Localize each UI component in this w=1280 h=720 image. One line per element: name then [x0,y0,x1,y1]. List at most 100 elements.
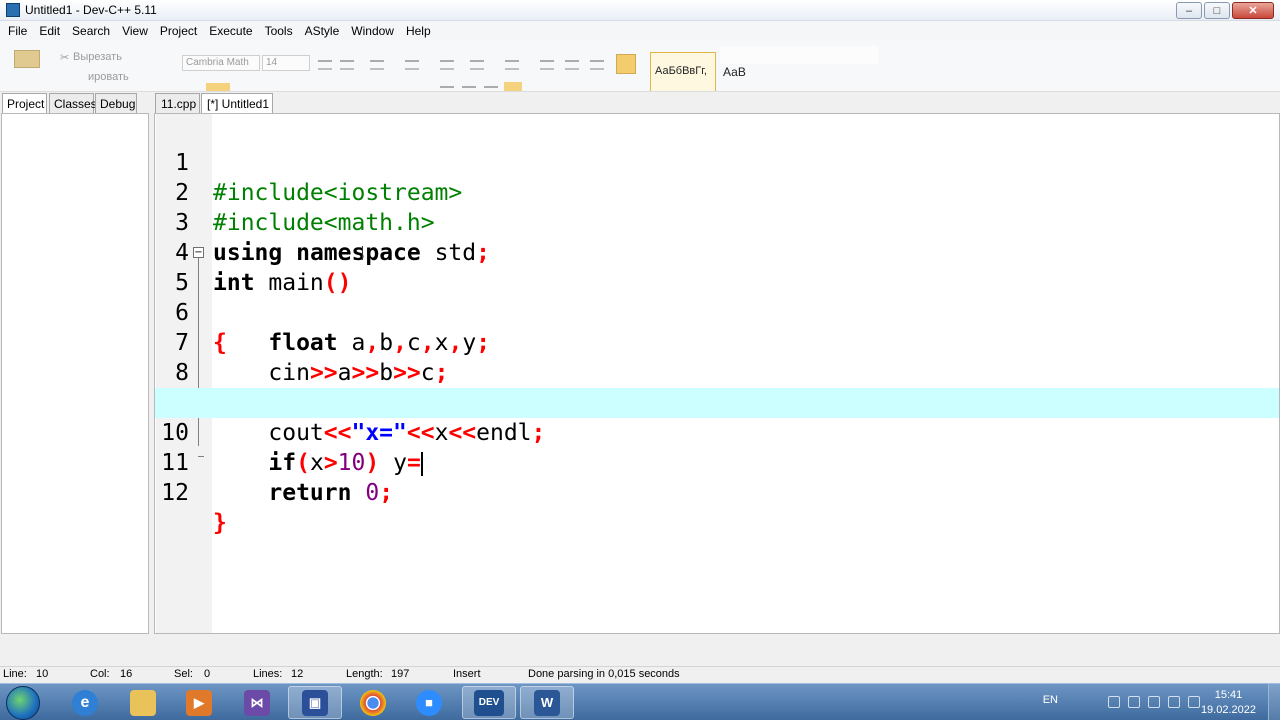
status-message: Done parsing in 0,015 seconds [528,668,680,680]
style-normal-label: АаБбВвГг, [655,65,707,77]
minimize-button[interactable]: – [1176,2,1202,19]
code-line-current: 10 if(x>10) y= [155,388,1279,476]
show-desktop-button[interactable] [1268,684,1280,720]
code-line: 12 } [155,448,1279,536]
taskbar-ie[interactable]: e [58,686,112,719]
code-line: 2 #include<math.h> [155,148,1279,236]
taskbar-media-player[interactable]: ▶ [172,686,226,719]
start-button[interactable] [6,686,40,720]
taskbar-explorer[interactable] [116,686,170,719]
status-sel-label: Sel: [174,668,193,680]
change-case-icon [405,60,419,70]
flag-icon[interactable] [1148,696,1160,708]
font-size-box: 14 [262,55,310,71]
ie-icon: e [72,689,98,716]
left-panel-tabs: Project Classes Debug [0,93,150,114]
status-sel: 0 [204,668,211,680]
font-name-box: Cambria Math [182,55,260,71]
clear-format-icon [370,60,384,70]
status-length-label: Length: [346,668,383,680]
chrome-icon [360,689,386,716]
code-lines: 1 #include<iostream> 2 #include<math.h> … [155,118,1279,536]
code-text: return 0; [268,480,394,506]
code-line: 7 cin>>a>>b>>c; [155,298,1279,386]
menu-astyle[interactable]: AStyle [299,24,346,38]
status-col: 16 [120,668,133,680]
code-line: 4 int main() [155,208,1279,296]
highlight-icon [206,83,230,91]
status-lines: 12 [291,668,304,680]
show-marks-icon [616,54,636,74]
menu-tools[interactable]: Tools [259,24,299,38]
code-line: 8 x=(a*a-b)/c; //x=(pow(a,2)-b)/c; [155,328,1279,416]
clock-date: 19.02.2022 [1200,704,1256,716]
code-line: 1 #include<iostream> [155,118,1279,206]
ribbon-fade [720,46,878,64]
code-line: 5 − { [155,238,1279,356]
tab-classes[interactable]: Classes [49,93,97,113]
clock[interactable]: 15:41 19.02.2022 [1201,688,1256,718]
window-controls: – □ ✕ [1176,2,1274,19]
shrink-font-icon [340,60,354,70]
menu-help[interactable]: Help [400,24,437,38]
grow-font-icon [318,60,332,70]
code-line: 6 float a,b,c,x,y; [155,268,1279,356]
menu-window[interactable]: Window [345,24,400,38]
status-lines-label: Lines: [253,668,283,680]
menu-project[interactable]: Project [154,24,203,38]
notification-icon[interactable] [1108,696,1120,708]
maximize-button[interactable]: □ [1204,2,1230,19]
tab-debug[interactable]: Debug [95,93,137,113]
devcpp-app-icon [6,3,20,17]
scissors-icon: ✂ [60,52,70,64]
taskbar-word[interactable]: W [520,686,574,719]
menu-search[interactable]: Search [66,24,116,38]
sort-icon [590,60,604,70]
menu-edit[interactable]: Edit [33,24,66,38]
tab-project[interactable]: Project [2,93,47,114]
power-icon[interactable] [1188,696,1200,708]
justify-icon [504,82,522,91]
volume-icon[interactable] [1168,696,1180,708]
project-browser[interactable] [1,113,149,634]
menu-view[interactable]: View [116,24,154,38]
taskbar-visual-studio[interactable]: ⋈ [230,686,284,719]
save-icon: ▣ [302,689,328,716]
code-text: } [213,510,227,536]
clock-time: 15:41 [1214,689,1243,701]
increase-indent-icon [565,60,579,70]
tab-11-cpp[interactable]: 11.cpp [155,93,200,113]
word-icon: W [534,689,560,716]
window-title: Untitled1 - Dev-C++ 5.11 [25,3,157,17]
tab-untitled1[interactable]: [*] Untitled1 [201,93,273,114]
network-icon[interactable] [1128,696,1140,708]
title-bar: Untitled1 - Dev-C++ 5.11 – □ ✕ [0,0,1280,21]
taskbar-devcpp[interactable]: DEV [462,686,516,719]
zoom-icon: ■ [416,689,442,716]
menu-bar: File Edit Search View Project Execute To… [0,21,1280,40]
fold-collapse-icon[interactable]: − [193,247,204,258]
explorer-icon [130,689,156,716]
system-tray: EN 15:41 19.02.2022 [1040,684,1280,720]
status-line-label: Line: [3,668,27,680]
cut-label: Вырезать [73,51,122,63]
menu-execute[interactable]: Execute [203,24,258,38]
close-button[interactable]: ✕ [1232,2,1274,19]
menu-file[interactable]: File [2,24,33,38]
language-indicator[interactable]: EN [1043,694,1058,706]
bullets-icon [440,60,454,70]
taskbar-zoom[interactable]: ■ [402,686,456,719]
taskbar-save-app[interactable]: ▣ [288,686,342,719]
code-line: 3 using namespace std; [155,178,1279,266]
toolbar-area: ✂ Вырезать ировать Cambria Math 14 АаБбВ… [0,40,1280,92]
status-col-label: Col: [90,668,110,680]
font-size: 14 [266,57,278,68]
taskbar-chrome[interactable] [346,686,400,719]
code-editor[interactable]: 1 #include<iostream> 2 #include<math.h> … [154,113,1280,634]
code-line: 11 return 0; [155,418,1279,506]
status-mode: Insert [453,668,481,680]
paste-icon [14,50,40,68]
align-right-icon [484,86,498,91]
devcpp-icon: DEV [474,689,504,716]
align-left-icon [440,86,454,91]
